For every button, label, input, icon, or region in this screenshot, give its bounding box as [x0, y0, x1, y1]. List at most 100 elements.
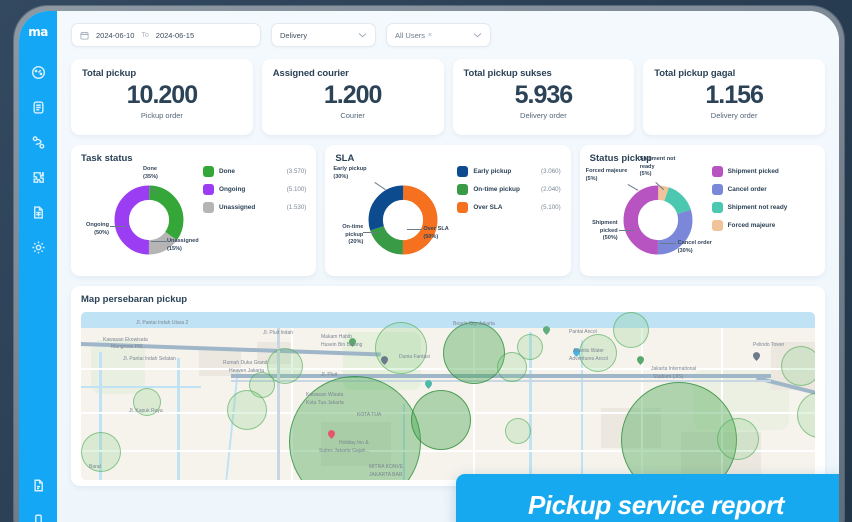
- chart-row: Task status Done (35%) Ongoing (50%) Una…: [71, 145, 825, 276]
- users-chip[interactable]: All Users ×: [395, 30, 433, 40]
- callout-early-pickup: Early pickup (30%): [333, 166, 367, 180]
- map-label: Stadium (JIS): [653, 374, 684, 380]
- map-bubble: [517, 334, 543, 360]
- map-pin[interactable]: [425, 380, 432, 389]
- legend-swatch: [711, 166, 723, 177]
- chart-card-sla: SLA Early pickup (30%) On-time pickup (2…: [325, 145, 571, 276]
- legend-swatch: [711, 220, 723, 231]
- map-label: Jl. Pantai Indah Utara 2: [136, 320, 189, 326]
- chart-card-status-pickup: Status pickup Shipment not ready (5%) Fo…: [579, 145, 825, 276]
- map-label: Jl. Kapuk Raya: [129, 408, 163, 414]
- leader-line: [407, 229, 423, 230]
- kpi-subtitle: Courier: [340, 110, 365, 120]
- map-card: Map persebaran pickup Jl. Pantai Indah U…: [71, 286, 825, 486]
- callout-forced-majeure: Forced majeure (5%): [585, 168, 628, 182]
- map-label: Jakarta International: [651, 366, 697, 372]
- map-label: Mangrove PIK: [111, 344, 143, 350]
- chevron-down-icon: [358, 32, 367, 38]
- map-pin[interactable]: [753, 352, 760, 361]
- callout-shipment-not-ready: Shipment not ready (5%): [639, 156, 676, 178]
- sidebar-item-settings[interactable]: [25, 234, 51, 260]
- legend-item: Early pickup (3.060): [457, 166, 561, 177]
- map-title: Map persebaran pickup: [81, 294, 188, 305]
- device-screen: ma 2024-06-10 To 2024-06-15 Delivery All…: [19, 11, 839, 522]
- sidebar-bottom-group: [25, 472, 51, 522]
- sidebar-item-dashboard[interactable]: [25, 59, 51, 85]
- legend-swatch: [203, 184, 214, 195]
- kpi-title: Total pickup gagal: [654, 68, 736, 79]
- clipboard-icon: [31, 100, 46, 115]
- map-label: Beach City Jakarta: [453, 321, 495, 327]
- service-type-select[interactable]: Delivery: [271, 23, 376, 47]
- sidebar-item-mobile-app[interactable]: [25, 507, 51, 522]
- callout-ongoing: Ongoing (50%): [86, 222, 109, 236]
- callout-ontime-pickup: On-time pickup (20%): [342, 224, 364, 246]
- report-banner: Pickup service report: [456, 474, 839, 522]
- callout-shipment-picked: Shipment picked (50%): [592, 220, 618, 242]
- leader-line: [363, 232, 379, 233]
- leader-line: [659, 243, 676, 244]
- leader-line: [618, 230, 634, 231]
- map-label: JAKARTA BAR: [369, 472, 403, 478]
- map-label: Dunia Fantasi: [399, 354, 430, 360]
- kpi-value: 1.200: [323, 81, 383, 109]
- sidebar-item-docs[interactable]: [25, 472, 51, 498]
- legend-item: Unassigned (1.530): [203, 202, 306, 213]
- pickup-distribution-map[interactable]: Jl. Pantai Indah Utara 2 Kawasan Ekowisat…: [81, 312, 815, 480]
- map-label: Suites Jakarta Gajah...: [319, 448, 370, 454]
- sidebar-item-orders[interactable]: [25, 94, 51, 120]
- map-bubble: [613, 312, 649, 348]
- document-grid-icon: [31, 205, 46, 220]
- kpi-subtitle: Pickup order: [140, 110, 183, 120]
- chart-card-task-status: Task status Done (35%) Ongoing (50%) Una…: [71, 145, 317, 276]
- legend-item: On-time pickup (2.040): [457, 184, 561, 195]
- mobile-icon: [31, 513, 46, 522]
- legend-swatch: [457, 166, 469, 177]
- sidebar-item-integrations[interactable]: [25, 164, 51, 190]
- callout-done: Done (35%): [143, 166, 158, 180]
- map-label: MITRA KONVE: [369, 464, 404, 470]
- map-pin[interactable]: [328, 430, 335, 439]
- legend-item: Ongoing (5.100): [203, 184, 306, 195]
- filter-bar: 2024-06-10 To 2024-06-15 Delivery All Us…: [71, 23, 825, 47]
- users-chip-label: All Users: [395, 30, 426, 40]
- map-label: Makam Habib: [321, 334, 352, 340]
- leader-line: [110, 226, 126, 227]
- users-select[interactable]: All Users ×: [386, 23, 491, 47]
- map-bubble: [505, 418, 531, 444]
- service-type-value: Delivery: [280, 30, 308, 40]
- date-range-picker[interactable]: 2024-06-10 To 2024-06-15: [71, 23, 261, 47]
- map-pin[interactable]: [381, 356, 388, 365]
- map-label: Rumah Duka Grand: [223, 360, 268, 366]
- chart-legend-task-status: Done (3.570) Ongoing (5.100) Unassigned …: [199, 164, 306, 272]
- donut-chart-sla: Early pickup (30%) On-time pickup (20%) …: [333, 160, 453, 272]
- map-label: Kawasan Ekowisata: [103, 337, 148, 343]
- map-label: Holiday Inn &: [339, 440, 369, 446]
- kpi-title: Total pickup sukses: [463, 68, 552, 79]
- gear-icon: [31, 240, 46, 255]
- legend-swatch: [203, 202, 214, 213]
- file-icon: [31, 478, 46, 493]
- map-pin[interactable]: [637, 356, 644, 365]
- kpi-value: 10.200: [126, 81, 198, 109]
- close-icon[interactable]: ×: [428, 32, 432, 39]
- donut-chart-task-status: Done (35%) Ongoing (50%) Unassigned (15%…: [86, 160, 199, 272]
- kpi-value: 5.936: [514, 81, 574, 109]
- sidebar-item-routes[interactable]: [25, 129, 51, 155]
- legend-swatch: [457, 202, 469, 213]
- speedometer-icon: [31, 65, 46, 80]
- kpi-title: Total pickup: [82, 68, 137, 79]
- main-content: 2024-06-10 To 2024-06-15 Delivery All Us…: [57, 11, 839, 522]
- map-label: Jl. Pluit Indah: [263, 330, 294, 336]
- legend-swatch: [711, 184, 723, 195]
- legend-item: Done (3.570): [203, 166, 306, 177]
- map-bubble: [781, 346, 815, 386]
- sidebar-item-reports[interactable]: [25, 199, 51, 225]
- kpi-subtitle: Delivery order: [520, 110, 567, 120]
- app-logo: ma: [28, 25, 48, 39]
- map-label: Jl. Pluit: [321, 372, 338, 378]
- map-pin[interactable]: [543, 326, 550, 335]
- map-label: Jl. Pantai Indah Selatan: [123, 356, 176, 362]
- legend-swatch: [711, 202, 723, 213]
- map-label: KOTA TUA: [357, 412, 382, 418]
